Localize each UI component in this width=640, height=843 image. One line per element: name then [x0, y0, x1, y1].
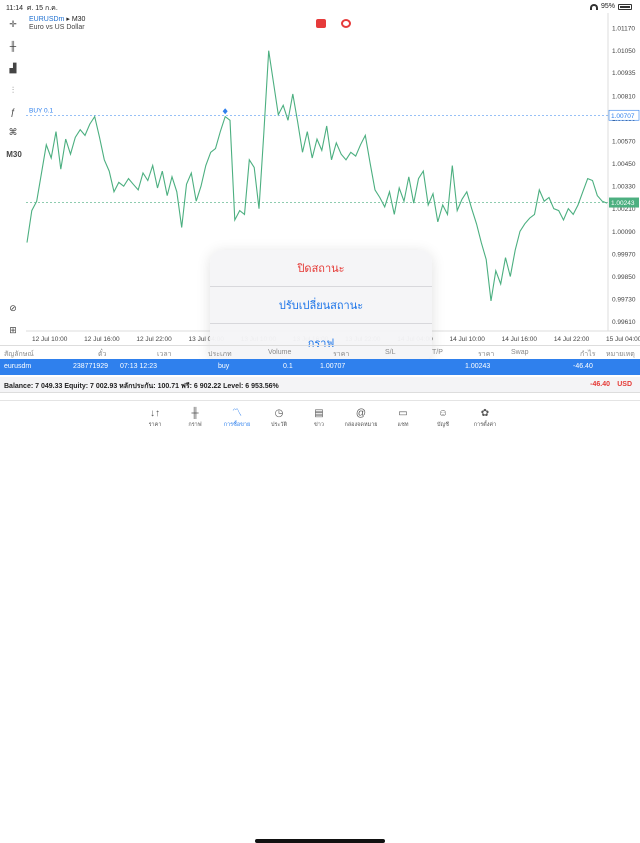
- row-profit: -46.40: [573, 363, 593, 370]
- tab-mailbox[interactable]: @ กล่องจดหมาย: [341, 407, 381, 429]
- row-open-price: 1.00707: [320, 363, 346, 370]
- row-symbol: eurusdm: [4, 363, 32, 370]
- y-tick-label: 0.99850: [612, 274, 636, 281]
- tab-bar: ↓↑ ราคา ╫ กราฟ 〽การซื้อขาย ◷ ประวัติ ▤ ข่าว …: [0, 400, 640, 843]
- col-volume: Volume: [268, 349, 292, 356]
- position-row[interactable]: eurusdm 238771929 07:13 12:23 buy 0.1 1.…: [0, 359, 640, 375]
- status-bar: 11:14 ศ. 15 ก.ค. 95%: [0, 0, 640, 13]
- x-tick-label: 12 Jul 22:00: [136, 336, 172, 343]
- home-indicator: [255, 839, 385, 843]
- modify-position-option[interactable]: ปรับเปลี่ยนสถานะ: [210, 287, 432, 324]
- x-tick-label: 12 Jul 10:00: [32, 336, 68, 343]
- symbol-header: EURUSDm ▸ M30 Euro vs US Dollar: [29, 15, 85, 31]
- tab-chat[interactable]: ▭ แชท: [383, 407, 423, 429]
- x-tick-label: 14 Jul 22:00: [554, 336, 590, 343]
- zoom-icon[interactable]: ⊘: [6, 301, 20, 315]
- y-tick-label: 1.01170: [612, 26, 635, 33]
- battery-percent: 95%: [600, 3, 615, 10]
- one-click-trading-icon[interactable]: ⊞: [6, 323, 20, 337]
- balance-text: Balance: 7 049.33 Equity: 7 002.93 หลักป…: [4, 383, 279, 390]
- tab-history[interactable]: ◷ ประวัติ: [259, 407, 299, 429]
- objects-icon[interactable]: ⌘: [6, 125, 20, 139]
- y-tick-label: 1.00935: [612, 70, 636, 77]
- indicator-toggle-icon[interactable]: [341, 19, 351, 28]
- positions-header: สัญลักษณ์ ตั๋ว เวลา ประเภท Volume ราคา S…: [0, 345, 640, 359]
- timeframe-button[interactable]: M30: [4, 147, 24, 161]
- close-position-option[interactable]: ปิดสถานะ: [210, 250, 432, 287]
- tab-quotes[interactable]: ↓↑ ราคา: [135, 407, 175, 429]
- indicators-icon[interactable]: ⫶: [6, 83, 20, 97]
- trade-tab-icon: 〽: [232, 408, 242, 419]
- symbol-name[interactable]: EURUSDm: [29, 16, 64, 23]
- y-tick-label: 1.00090: [612, 229, 636, 236]
- x-tick-label: 12 Jul 16:00: [84, 336, 120, 343]
- row-ticket: 238771929: [73, 363, 109, 370]
- bars-icon[interactable]: ▟: [6, 61, 20, 75]
- balance-bar: Balance: 7 049.33 Equity: 7 002.93 หลักป…: [0, 377, 640, 393]
- chart-icon: ╫: [191, 408, 199, 419]
- x-tick-label: 14 Jul 16:00: [502, 336, 538, 343]
- y-tick-label: 1.00330: [612, 184, 636, 191]
- tab-chart[interactable]: ╫ กราฟ: [175, 407, 215, 429]
- symbol-description: Euro vs US Dollar: [29, 24, 85, 31]
- crosshair-icon[interactable]: ✛: [6, 17, 20, 31]
- buy-label: BUY 0.1: [29, 107, 53, 114]
- balance-currency: USD: [617, 381, 632, 388]
- y-tick-label: 1.00810: [612, 93, 636, 100]
- col-tp: T/P: [432, 349, 443, 356]
- row-volume: 0.1: [283, 363, 293, 370]
- row-time: 07:13 12:23: [120, 363, 157, 370]
- function-icon[interactable]: ƒ: [6, 105, 20, 119]
- buy-price-tag: 1.00707: [611, 113, 635, 120]
- y-tick-label: 0.99730: [612, 297, 636, 304]
- x-tick-label: 15 Jul 04:00: [606, 336, 640, 343]
- col-sl: S/L: [385, 349, 396, 356]
- y-tick-label: 1.01050: [612, 48, 636, 55]
- symbol-period: M30: [71, 16, 86, 23]
- current-price-tag: 1.00243: [611, 200, 635, 207]
- symbol-arrow: ▸: [66, 16, 70, 23]
- wifi-icon: [589, 3, 598, 10]
- history-icon: ◷: [274, 408, 284, 419]
- mailbox-icon: @: [355, 408, 367, 419]
- y-tick-label: 1.00570: [612, 139, 636, 146]
- news-icon: ▤: [314, 408, 324, 419]
- tab-news[interactable]: ▤ ข่าว: [299, 407, 339, 429]
- trade-icon[interactable]: [316, 19, 326, 28]
- quotes-icon: ↓↑: [150, 408, 160, 419]
- y-tick-label: 1.00450: [612, 161, 636, 168]
- account-icon: ☺: [437, 408, 449, 419]
- chart-toolbar: ✛ ╫ ▟ ⫶ ƒ ⌘ M30 ⊘ ⊞: [0, 13, 26, 343]
- y-tick-label: 0.99970: [612, 251, 636, 258]
- row-type: buy: [218, 363, 230, 370]
- settings-icon: ✿: [480, 408, 490, 419]
- col-swap: Swap: [511, 349, 529, 356]
- tab-trade[interactable]: 〽การซื้อขาย: [217, 407, 257, 429]
- row-price: 1.00243: [465, 363, 491, 370]
- candles-icon[interactable]: ╫: [6, 39, 20, 53]
- chat-icon: ▭: [398, 408, 408, 419]
- status-right: 95%: [589, 3, 632, 10]
- x-tick-label: 14 Jul 10:00: [449, 336, 485, 343]
- battery-icon: [618, 3, 632, 10]
- balance-profit: -46.40: [590, 381, 610, 388]
- y-tick-label: 0.99610: [612, 319, 636, 326]
- tab-settings[interactable]: ✿ การตั้งค่า: [465, 407, 505, 429]
- tab-account[interactable]: ☺ บัญชี: [423, 407, 463, 429]
- buy-entry-marker: [222, 108, 228, 115]
